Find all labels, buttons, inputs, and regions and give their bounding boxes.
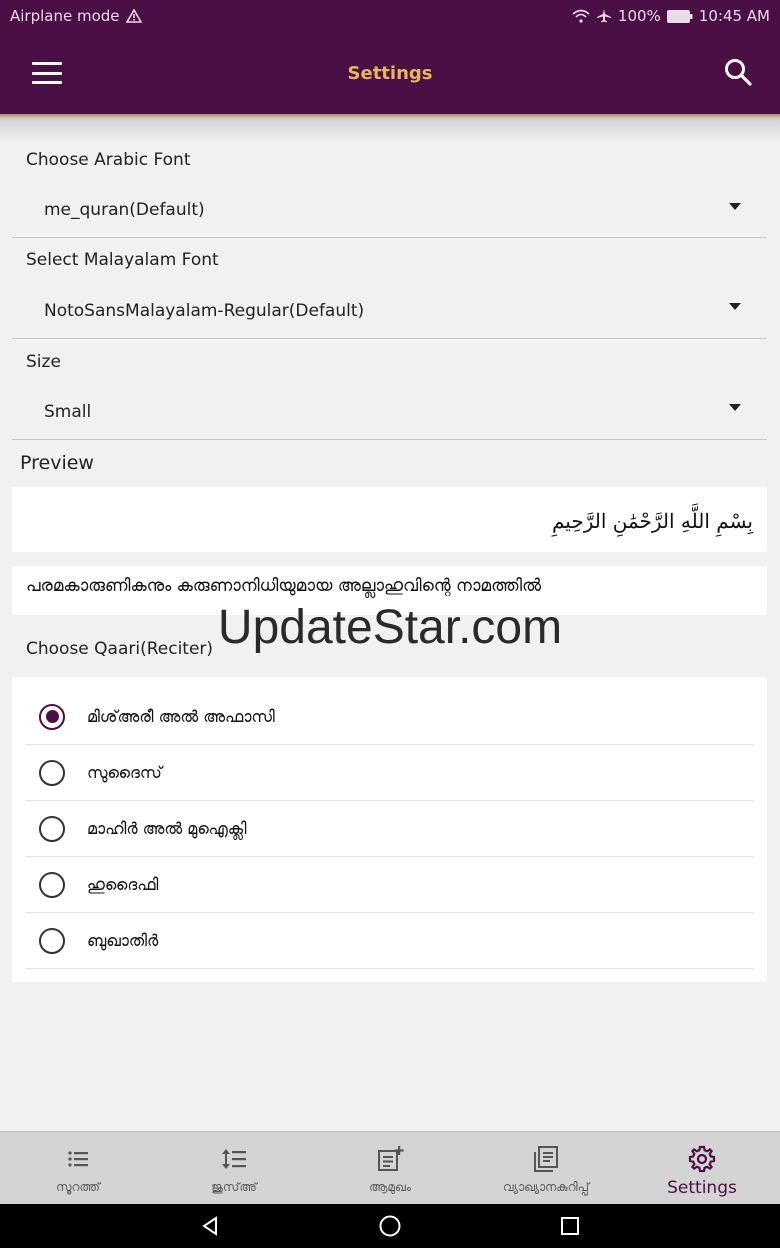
menu-icon-bar xyxy=(32,62,62,65)
status-bar: Airplane mode 100% 10:45 AM xyxy=(0,0,780,32)
nav-item-surah[interactable]: സൂറത്ത് xyxy=(0,1132,156,1204)
radio-unchecked-icon[interactable] xyxy=(39,815,65,842)
menu-button[interactable] xyxy=(30,58,64,88)
qaari-option-label: ഹുദൈഫി xyxy=(87,874,159,894)
radio-checked-icon[interactable] xyxy=(39,703,65,730)
app-bar: Settings xyxy=(0,32,780,114)
battery-icon xyxy=(666,9,693,23)
malayalam-font-setting: Select Malayalam Font NotoSansMalayalam-… xyxy=(12,238,767,339)
nav-item-notes[interactable]: വ്യാഖ്യാനകുറിപ്പ് xyxy=(468,1132,624,1204)
nav-label: ആമുഖം xyxy=(369,1180,411,1194)
arabic-preview-card: بِسْمِ اللَّهِ الرَّحْمَٰنِ الرَّحِيمِ xyxy=(12,487,767,552)
size-dropdown[interactable]: Small xyxy=(44,402,91,422)
library-books-icon xyxy=(534,1146,558,1172)
radio-unchecked-icon[interactable] xyxy=(39,759,65,786)
bottom-nav: സൂറത്ത് ജുസ്അ് ആമുഖം വ്യാഖ്യാനകുറിപ്പ് S… xyxy=(0,1131,780,1204)
nav-label: സൂറത്ത് xyxy=(56,1180,100,1194)
back-button[interactable] xyxy=(190,1206,230,1246)
arabic-font-dropdown[interactable]: me_quran(Default) xyxy=(44,200,205,220)
search-icon[interactable] xyxy=(722,56,754,88)
qaari-option[interactable]: മിശ്അരീ അൽ അഫാസി xyxy=(26,689,754,745)
wifi-icon xyxy=(572,9,590,23)
malayalam-preview-text: പരമകാരുണികനും കരുണാനിധിയുമായ അല്ലാഹുവിന്… xyxy=(26,576,542,596)
airplane-icon xyxy=(596,9,611,23)
nav-label: Settings xyxy=(667,1178,737,1198)
menu-icon-bar xyxy=(32,71,62,75)
warning-icon xyxy=(125,9,142,23)
system-nav-bar xyxy=(0,1204,780,1248)
qaari-option[interactable]: മാഹിർ അൽ മുഐക്ലി xyxy=(26,801,754,857)
home-button[interactable] xyxy=(370,1206,410,1246)
qaari-option[interactable]: ബുഖാതിർ xyxy=(26,913,754,969)
arabic-font-setting: Choose Arabic Font me_quran(Default) xyxy=(12,138,767,238)
note-add-icon xyxy=(378,1146,404,1171)
qaari-option[interactable]: സുദൈസ് xyxy=(26,745,754,801)
menu-icon-bar xyxy=(32,81,62,84)
nav-label: ജുസ്അ് xyxy=(211,1180,257,1194)
qaari-option[interactable]: ഹുദൈഫി xyxy=(26,857,754,913)
status-left-text: Airplane mode xyxy=(10,7,120,25)
qaari-options-card: മിശ്അരീ അൽ അഫാസി സുദൈസ് മാഹിർ അൽ മുഐക്ലി… xyxy=(12,677,767,982)
size-setting: Size Small xyxy=(12,339,767,440)
qaari-option-label: മിശ്അരീ അൽ അഫാസി xyxy=(87,706,275,726)
qaari-option-label: മാഹിർ അൽ മുഐക്ലി xyxy=(87,818,247,838)
malayalam-font-label: Select Malayalam Font xyxy=(26,250,219,270)
nav-item-intro[interactable]: ആമുഖം xyxy=(312,1132,468,1204)
radio-unchecked-icon[interactable] xyxy=(39,927,65,954)
qaari-label: Choose Qaari(Reciter) xyxy=(26,639,214,659)
recents-square-icon xyxy=(561,1217,579,1235)
page-title: Settings xyxy=(347,62,433,84)
chevron-down-icon[interactable] xyxy=(729,203,741,210)
chevron-down-icon[interactable] xyxy=(729,303,741,310)
arabic-preview-text: بِسْمِ اللَّهِ الرَّحْمَٰنِ الرَّحِيمِ xyxy=(551,509,753,533)
chevron-down-icon[interactable] xyxy=(729,404,741,411)
home-circle-icon xyxy=(379,1215,401,1237)
nav-label: വ്യാഖ്യാനകുറിപ്പ് xyxy=(503,1180,589,1194)
battery-percent: 100% xyxy=(617,7,661,25)
recents-button[interactable] xyxy=(550,1206,590,1246)
nav-item-juz[interactable]: ജുസ്അ് xyxy=(156,1132,312,1204)
qaari-option-label: സുദൈസ് xyxy=(87,762,162,782)
qaari-option-label: ബുഖാതിർ xyxy=(87,930,159,950)
radio-unchecked-icon[interactable] xyxy=(39,871,65,898)
status-time: 10:45 AM xyxy=(698,7,770,25)
line-spacing-icon xyxy=(222,1149,246,1169)
gear-icon xyxy=(688,1145,716,1173)
preview-label: Preview xyxy=(20,452,94,474)
back-triangle-icon xyxy=(202,1216,217,1236)
size-label: Size xyxy=(26,352,61,372)
malayalam-preview-card: പരമകാരുണികനും കരുണാനിധിയുമായ അല്ലാഹുവിന്… xyxy=(12,566,767,615)
malayalam-font-dropdown[interactable]: NotoSansMalayalam-Regular(Default) xyxy=(44,301,364,321)
arabic-font-label: Choose Arabic Font xyxy=(26,150,191,170)
list-icon xyxy=(68,1151,88,1167)
nav-item-settings[interactable]: Settings xyxy=(624,1132,780,1204)
